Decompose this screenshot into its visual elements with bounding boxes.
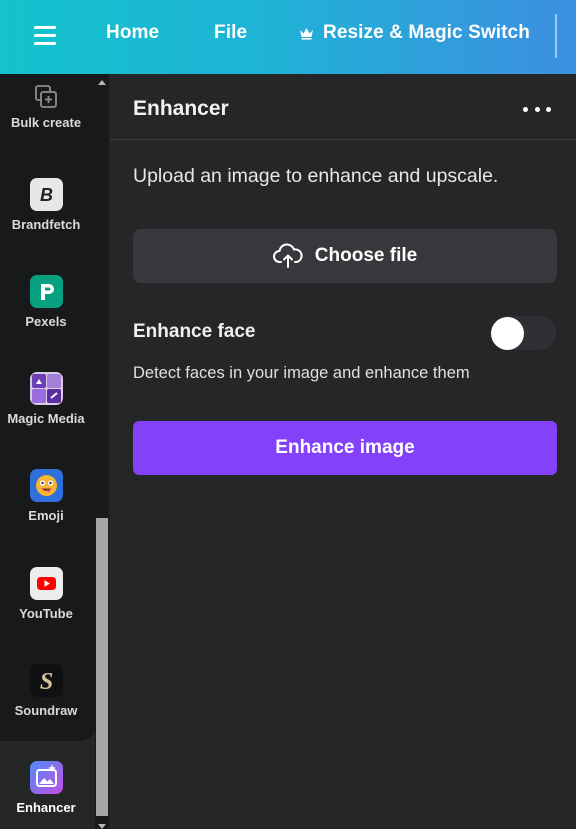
enhance-face-description: Detect faces in your image and enhance t… <box>133 364 470 382</box>
enhance-face-label: Enhance face <box>133 321 256 342</box>
brandfetch-icon: B <box>29 178 63 211</box>
top-bar: Home File Resize & Magic Switch <box>0 0 576 74</box>
scroll-down-arrow-icon[interactable] <box>98 824 106 829</box>
scroll-up-arrow-icon[interactable] <box>98 80 106 85</box>
sidebar-item-label: Bulk create <box>10 115 82 130</box>
sidebar-item-soundraw[interactable]: S Soundraw <box>0 664 92 718</box>
panel-title: Enhancer <box>133 97 229 120</box>
toggle-knob <box>491 317 524 350</box>
nav-home[interactable]: Home <box>106 22 159 44</box>
nav-divider <box>555 14 557 58</box>
nav-resize-label: Resize & Magic Switch <box>323 22 530 43</box>
nav-resize-magic-switch[interactable]: Resize & Magic Switch <box>299 22 530 44</box>
panel-description: Upload an image to enhance and upscale. <box>133 165 499 187</box>
more-options-icon[interactable] <box>520 99 554 119</box>
hamburger-menu-icon[interactable] <box>34 26 56 45</box>
enhance-image-button[interactable]: Enhance image <box>133 421 557 475</box>
sidebar-item-youtube[interactable]: YouTube <box>0 567 92 621</box>
youtube-icon <box>29 567 63 600</box>
soundraw-icon: S <box>29 664 63 697</box>
enhance-face-toggle[interactable] <box>490 316 556 350</box>
sidebar-item-emoji[interactable]: Emoji <box>0 469 92 523</box>
sidebar-item-bulk-create[interactable]: Bulk create <box>0 84 92 130</box>
sidebar-item-label: Soundraw <box>14 703 78 718</box>
enhancer-icon <box>29 761 63 794</box>
panel-divider <box>110 139 576 140</box>
sidebar-item-label: Pexels <box>25 314 67 329</box>
sidebar-item-label: Magic Media <box>7 411 85 426</box>
svg-text:S: S <box>39 669 52 695</box>
nav-file[interactable]: File <box>214 22 247 44</box>
magic-media-icon <box>29 372 63 405</box>
bulk-create-icon <box>35 85 57 108</box>
sidebar-item-brandfetch[interactable]: B Brandfetch <box>0 178 92 232</box>
pexels-icon <box>29 275 63 308</box>
sidebar-item-magic-media[interactable]: Magic Media <box>0 372 92 426</box>
cloud-upload-icon <box>272 243 303 268</box>
svg-text:B: B <box>40 185 53 205</box>
crown-icon <box>300 28 313 40</box>
sidebar-item-label: Emoji <box>28 508 64 523</box>
sidebar-item-label: YouTube <box>19 606 73 621</box>
choose-file-button[interactable]: Choose file <box>133 229 557 283</box>
sidebar-item-label: Brandfetch <box>11 217 81 232</box>
sidebar-scrollbar-thumb[interactable] <box>96 518 108 816</box>
sidebar-item-label: Enhancer <box>16 800 76 815</box>
sidebar-item-enhancer[interactable]: Enhancer <box>0 761 92 815</box>
choose-file-label: Choose file <box>314 245 418 266</box>
sidebar-item-pexels[interactable]: Pexels <box>0 275 92 329</box>
emoji-icon <box>29 469 63 502</box>
